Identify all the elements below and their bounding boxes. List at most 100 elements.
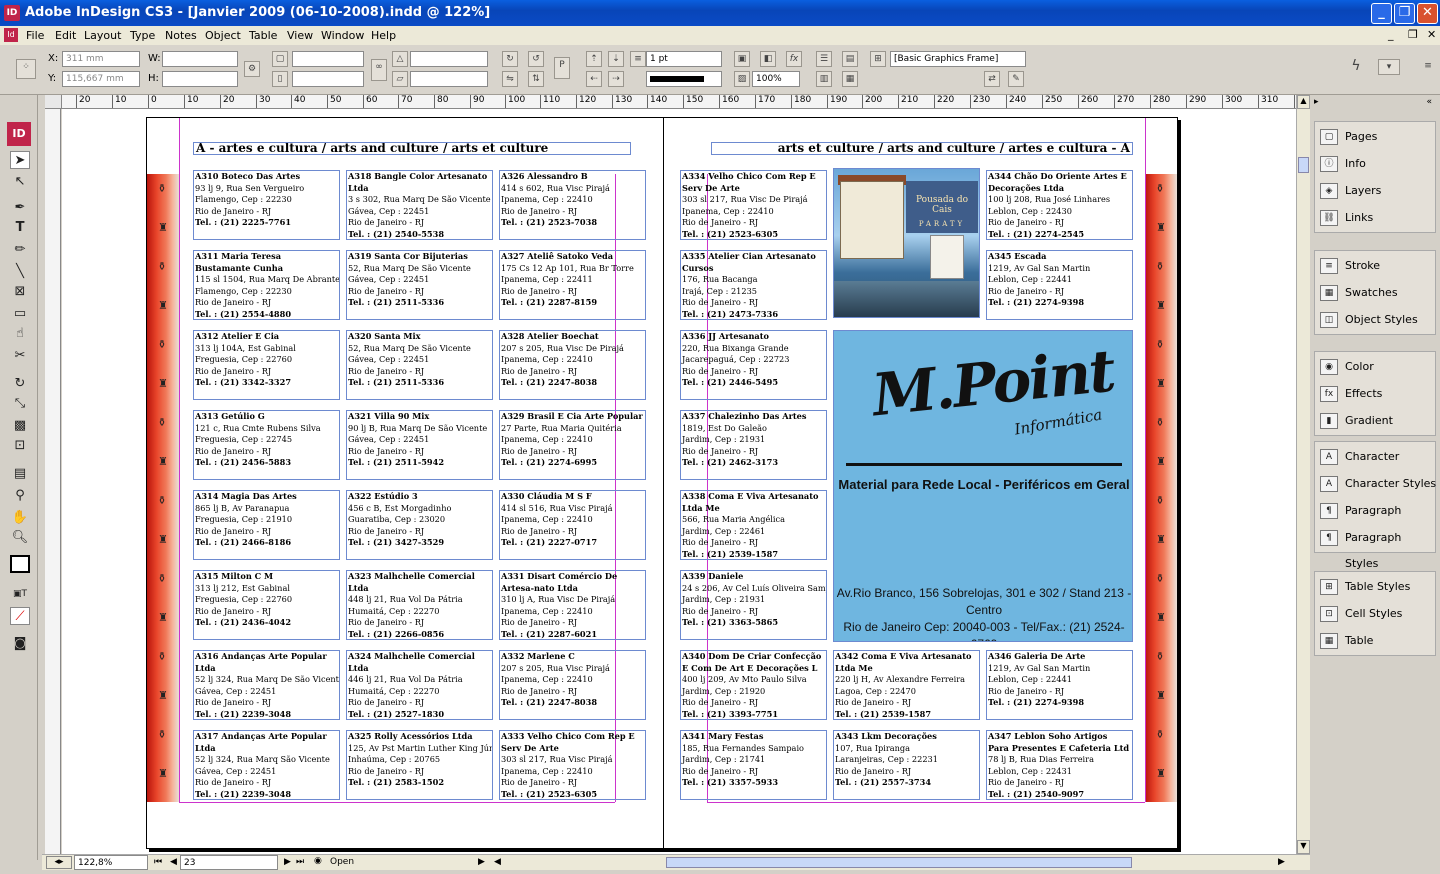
panel-paragraph[interactable]: ¶ Paragraph [1315,498,1437,524]
listing-entry[interactable]: A327 Ateliê Satoko Veda 175 Cs 12 Ap 101,… [499,250,646,320]
view-mode-icon[interactable]: ◙ [10,635,30,653]
rectangle-frame-tool-icon[interactable]: ⊠ [10,283,30,301]
previous-page-icon[interactable]: ◀ [170,857,177,867]
listing-entry[interactable]: A325 Rolly Acessórios Ltda 125, Av Pst Ma… [346,730,493,800]
text-wrap-shape-icon[interactable]: ▥ [816,71,832,87]
panel-character[interactable]: A Character [1315,444,1437,470]
panel-pages[interactable]: ▢ Pages [1315,124,1437,150]
listing-entry[interactable]: A315 Milton C M 313 lj 212, Est Gabinal Fr… [193,570,340,640]
document-menu-icon[interactable]: Id [4,28,18,42]
flip-v-icon[interactable]: ⇅ [528,71,544,87]
listing-entry[interactable]: A337 Chalezinho Das Artes 1819, Est Do Ga… [680,410,827,480]
left-page-header[interactable]: A - artes e cultura / arts and culture /… [193,142,631,155]
fill-stroke-swatch-icon[interactable] [10,555,30,573]
vertical-scrollbar[interactable]: ▲ ▼ [1296,95,1310,854]
panel-effects[interactable]: fx Effects [1315,381,1437,407]
hand-tool-icon[interactable]: ✋ [10,509,30,527]
panel-swatches[interactable]: ▦ Swatches [1315,280,1437,306]
panel-cell-styles[interactable]: ⊡ Cell Styles [1315,601,1437,627]
select-next-icon[interactable]: ⇢ [608,71,624,87]
select-container-icon[interactable]: ⇡ [586,51,602,67]
fx-effects-icon[interactable]: fx [786,51,802,67]
listing-entry[interactable]: A320 Santa Mix 52, Rua Marq De São Vicent… [346,330,493,400]
text-wrap-none-icon[interactable]: ☰ [816,51,832,67]
panel-character-styles[interactable]: A Character Styles [1315,471,1437,497]
listing-entry[interactable]: A335 Atelier Cian Artesanato Cursos 176, … [680,250,827,320]
text-wrap-jump-icon[interactable]: ▦ [842,71,858,87]
panel-stroke[interactable]: ≡ Stroke [1315,253,1437,279]
menu-object[interactable]: Object [205,29,241,42]
listing-entry[interactable]: A323 Malhchelle Comercial Ltda 448 lj 21,… [346,570,493,640]
right-page-header[interactable]: arts et culture / arts and culture / art… [711,142,1133,155]
scale-x-field[interactable] [292,51,364,67]
direct-selection-tool-icon[interactable]: ↖ [10,173,30,191]
text-wrap-box-icon[interactable]: ▤ [842,51,858,67]
constrain-proportions-icon[interactable]: ⚙ [244,61,260,77]
close-button[interactable]: ✕ [1417,3,1438,24]
panel-gradient[interactable]: ▮ Gradient [1315,408,1437,434]
hscroll-thumb[interactable] [666,857,1132,868]
listing-entry[interactable]: A319 Santa Cor Bijuterias 52, Rua Marq De… [346,250,493,320]
listing-entry[interactable]: A341 Mary Festas 185, Rua Fernandes Sampa… [680,730,827,800]
scroll-thumb[interactable] [1298,157,1309,173]
menu-help[interactable]: Help [371,29,396,42]
note-tool-icon[interactable]: ▤ [10,465,30,483]
rotate-tool-icon[interactable]: ↻ [10,375,30,393]
panel-object-styles[interactable]: ◫ Object Styles [1315,307,1437,333]
hscroll-right-arrow[interactable]: ▶ [1278,857,1285,867]
listing-entry[interactable]: A313 Getúlio G 121 c, Rua Cmte Rubens Sil… [193,410,340,480]
scroll-down-arrow[interactable]: ▼ [1297,840,1310,854]
scale-y-field[interactable] [292,71,364,87]
apply-none-icon[interactable]: ⟋ [10,607,30,625]
rotate-cw-icon[interactable]: ↻ [502,51,518,67]
dock-expand-icon[interactable]: ▸ [1314,97,1319,107]
listing-entry[interactable]: A340 Dom De Criar Confecção E Com De Art… [680,650,827,720]
button-tool-icon[interactable]: ☝ [10,325,30,343]
drop-shadow-icon[interactable]: ◧ [760,51,776,67]
listing-entry[interactable]: A334 Velho Chico Com Rep E Serv De Arte 3… [680,170,827,240]
flip-h-icon[interactable]: ⇋ [502,71,518,87]
minimize-button[interactable]: _ [1371,3,1392,24]
pen-tool-icon[interactable]: ✒ [10,199,30,217]
last-page-icon[interactable]: ⏭ [296,857,304,867]
rectangle-tool-icon[interactable]: ▭ [10,305,30,323]
eyedropper-tool-icon[interactable]: ⚲ [10,487,30,505]
menu-table[interactable]: Table [249,29,277,42]
scissors-tool-icon[interactable]: ✂ [10,347,30,365]
status-menu-icon[interactable]: ▶ [478,857,485,867]
link-scale-icon[interactable]: ∞ [371,59,387,81]
listing-entry[interactable]: A347 Leblon Soho Artigos Para Presentes … [986,730,1133,800]
listing-entry[interactable]: A345 Escada 1219, Av Gal San Martin Leblon… [986,250,1133,320]
scroll-up-arrow[interactable]: ▲ [1297,95,1310,109]
listing-entry[interactable]: A336 JJ Artesanato 220, Rua Bixanga Grand… [680,330,827,400]
listing-entry[interactable]: A322 Estúdio 3 456 c B, Est Morgadinho Gua… [346,490,493,560]
listing-entry[interactable]: A311 Maria Teresa Bustamante Cunha 115 sl… [193,250,340,320]
scale-tool-icon[interactable]: ⤡ [10,395,30,413]
panel-table[interactable]: ▦ Table [1315,628,1437,654]
panel-info[interactable]: ⓘ Info [1315,151,1437,177]
listing-entry[interactable]: A310 Boteco Das Artes 93 lj 9, Rua Sen Ve… [193,170,340,240]
stroke-weight-field[interactable]: 1 pt [646,51,722,67]
zoom-tool-icon[interactable]: 🔍︎ [10,529,30,547]
rotation-field[interactable] [410,51,488,67]
listing-entry[interactable]: A317 Andanças Arte Popular Ltda 52 lj 324… [193,730,340,800]
bridge-icon[interactable]: ▾ [1378,59,1400,75]
selection-tool-icon[interactable]: ➤ [10,151,30,169]
fill-frame-icon[interactable]: ▣ [734,51,750,67]
clear-overrides-icon[interactable]: ⇄ [984,71,1000,87]
listing-entry[interactable]: A346 Galeria De Arte 1219, Av Gal San Mar… [986,650,1133,720]
pages-toggle-icon[interactable]: ◂▸ [46,856,72,869]
listing-entry[interactable]: A328 Atelier Boechat 207 s 205, Rua Visc … [499,330,646,400]
line-tool-icon[interactable]: ╲ [10,263,30,281]
listing-entry[interactable]: A338 Coma E Viva Artesanato Ltda Me 566, … [680,490,827,560]
menu-notes[interactable]: Notes [165,29,197,42]
stroke-type-select[interactable] [646,71,722,87]
next-page-icon[interactable]: ▶ [284,857,291,867]
listing-entry[interactable]: A342 Coma E Viva Artesanato Ltda Me 220 l… [833,650,980,720]
panel-links[interactable]: ⛓ Links [1315,205,1437,231]
listing-entry[interactable]: A339 Daniele 24 s 206, Av Cel Luís Olivei… [680,570,827,640]
reference-point-icon[interactable]: ⁘ [16,59,36,79]
formatting-container-icon[interactable]: ▣T [10,585,30,603]
listing-entry[interactable]: A330 Cláudia M S F 414 sl 516, Rua Visc P… [499,490,646,560]
panel-layers[interactable]: ◈ Layers [1315,178,1437,204]
